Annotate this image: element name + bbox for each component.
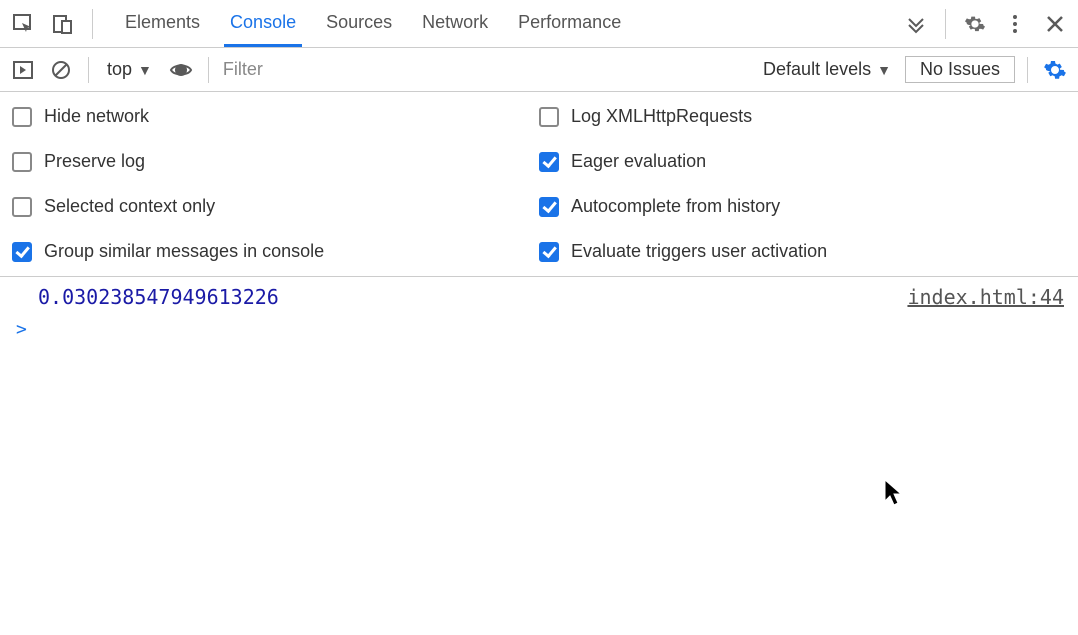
tab-sources[interactable]: Sources [320, 0, 398, 47]
console-output: 0.030238547949613226 index.html:44 > [0, 277, 1078, 348]
checkbox[interactable] [12, 152, 32, 172]
gear-icon[interactable] [958, 7, 992, 41]
opt-selected-context[interactable]: Selected context only [12, 196, 539, 217]
device-toggle-icon[interactable] [46, 7, 80, 41]
checkbox[interactable] [539, 152, 559, 172]
opt-hide-network[interactable]: Hide network [12, 106, 539, 127]
more-tabs-icon[interactable] [899, 7, 933, 41]
checkbox[interactable] [12, 197, 32, 217]
opt-label: Autocomplete from history [571, 196, 780, 217]
context-selector[interactable]: top ▼ [101, 57, 158, 82]
divider [945, 9, 946, 39]
log-row: 0.030238547949613226 index.html:44 [14, 285, 1064, 309]
checkbox[interactable] [539, 242, 559, 262]
checkbox[interactable] [12, 242, 32, 262]
opt-eval-user-activation[interactable]: Evaluate triggers user activation [539, 241, 1066, 262]
checkbox[interactable] [539, 107, 559, 127]
tab-label: Sources [326, 12, 392, 33]
opt-log-xhr[interactable]: Log XMLHttpRequests [539, 106, 1066, 127]
divider [88, 57, 89, 83]
clear-console-icon[interactable] [46, 55, 76, 85]
opt-eager-eval[interactable]: Eager evaluation [539, 151, 1066, 172]
divider [208, 57, 209, 83]
tab-label: Elements [125, 12, 200, 33]
tab-label: Performance [518, 12, 621, 33]
opt-label: Hide network [44, 106, 149, 127]
sidebar-toggle-icon[interactable] [8, 55, 38, 85]
settings-col-right: Log XMLHttpRequests Eager evaluation Aut… [539, 106, 1066, 262]
console-settings-gear-icon[interactable] [1040, 55, 1070, 85]
tab-label: Network [422, 12, 488, 33]
kebab-icon[interactable] [998, 7, 1032, 41]
opt-autocomplete-history[interactable]: Autocomplete from history [539, 196, 1066, 217]
opt-label: Evaluate triggers user activation [571, 241, 827, 262]
console-prompt[interactable]: > [14, 319, 1064, 340]
inspect-icon[interactable] [6, 7, 40, 41]
settings-col-left: Hide network Preserve log Selected conte… [12, 106, 539, 262]
live-expression-icon[interactable] [166, 55, 196, 85]
checkbox[interactable] [539, 197, 559, 217]
divider [92, 9, 93, 39]
filter-input[interactable] [221, 55, 451, 84]
context-label: top [107, 59, 132, 80]
caret-down-icon: ▼ [138, 62, 152, 78]
log-value: 0.030238547949613226 [38, 285, 279, 309]
opt-label: Group similar messages in console [44, 241, 324, 262]
mouse-cursor-icon [884, 479, 904, 507]
tabs: Elements Console Sources Network Perform… [119, 0, 627, 47]
console-settings-panel: Hide network Preserve log Selected conte… [0, 92, 1078, 277]
tab-network[interactable]: Network [416, 0, 494, 47]
opt-label: Log XMLHttpRequests [571, 106, 752, 127]
opt-preserve-log[interactable]: Preserve log [12, 151, 539, 172]
prompt-caret: > [16, 319, 27, 340]
caret-down-icon: ▼ [877, 62, 891, 78]
tab-console[interactable]: Console [224, 0, 302, 47]
levels-label: Default levels [763, 59, 871, 80]
devtools-topbar: Elements Console Sources Network Perform… [0, 0, 1078, 48]
log-levels-selector[interactable]: Default levels ▼ [757, 57, 897, 82]
console-toolbar: top ▼ Default levels ▼ No Issues [0, 48, 1078, 92]
opt-label: Selected context only [44, 196, 215, 217]
tab-label: Console [230, 12, 296, 33]
tab-elements[interactable]: Elements [119, 0, 206, 47]
opt-label: Preserve log [44, 151, 145, 172]
issues-label: No Issues [920, 59, 1000, 79]
opt-group-similar[interactable]: Group similar messages in console [12, 241, 539, 262]
checkbox[interactable] [12, 107, 32, 127]
log-source-link[interactable]: index.html:44 [907, 285, 1064, 309]
opt-label: Eager evaluation [571, 151, 706, 172]
close-icon[interactable] [1038, 7, 1072, 41]
divider [1027, 57, 1028, 83]
tab-performance[interactable]: Performance [512, 0, 627, 47]
issues-button[interactable]: No Issues [905, 56, 1015, 83]
